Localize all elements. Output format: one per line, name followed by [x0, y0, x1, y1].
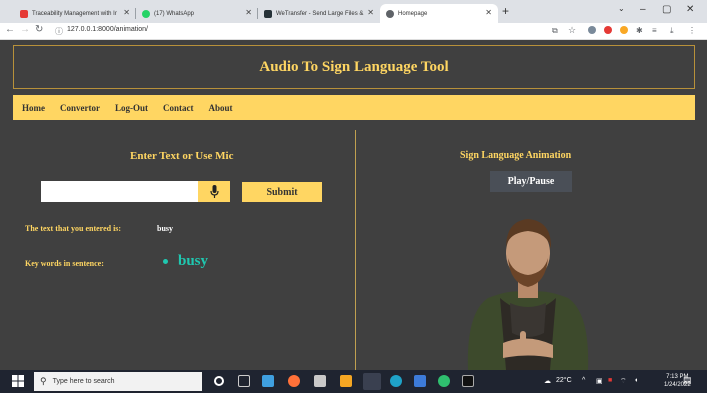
nav-about[interactable]: About	[209, 103, 233, 113]
youtube-icon	[20, 9, 28, 18]
tab-whatsapp[interactable]: (17) WhatsApp ✕	[136, 4, 258, 23]
globe-icon	[386, 9, 394, 18]
nav-log-out[interactable]: Log-Out	[115, 103, 148, 113]
minimize-button[interactable]: –	[640, 4, 646, 15]
input-heading: Enter Text or Use Mic	[130, 150, 234, 162]
puzzle-icon[interactable]: ✱	[636, 26, 643, 35]
windows-taskbar: ⚲ Type here to search ☁ 22°C ^ ▣ ■ ⌔ ◖ 7…	[0, 370, 707, 393]
page-content: Audio To Sign Language Tool Home Convert…	[0, 40, 707, 370]
microphone-icon	[209, 185, 219, 198]
browser-tab-strip: Traceability Management with Ir ✕ (17) W…	[0, 0, 707, 23]
back-arrow-icon[interactable]: ←	[5, 24, 15, 35]
tab-homepage[interactable]: Homepage ✕	[380, 4, 498, 23]
chrome-icon[interactable]	[363, 373, 381, 390]
store-icon[interactable]	[314, 375, 326, 387]
new-tab-button[interactable]: +	[502, 4, 509, 18]
mic-button[interactable]	[198, 181, 230, 202]
app-icon[interactable]	[262, 375, 274, 387]
app-icon[interactable]	[438, 375, 450, 387]
main-nav: Home Convertor Log-Out Contact About	[13, 95, 695, 120]
taskbar-search-input[interactable]: ⚲ Type here to search	[34, 372, 202, 391]
site-header: Audio To Sign Language Tool	[13, 45, 695, 89]
info-icon[interactable]: ⓘ	[55, 26, 63, 37]
search-placeholder: Type here to search	[52, 378, 115, 385]
nav-convertor[interactable]: Convertor	[60, 103, 100, 113]
tab-label: WeTransfer - Send Large Files &	[276, 10, 364, 17]
close-icon[interactable]: ✕	[123, 8, 130, 17]
terminal-icon[interactable]	[462, 375, 474, 387]
nav-contact[interactable]: Contact	[163, 103, 194, 113]
edge-icon[interactable]	[390, 375, 402, 387]
close-icon[interactable]: ✕	[245, 8, 252, 17]
site-title: Audio To Sign Language Tool	[259, 58, 449, 75]
url-field[interactable]: 127.0.0.1:8000/animation/	[67, 26, 148, 33]
chevron-down-icon[interactable]: ⌄	[618, 4, 625, 13]
wifi-icon[interactable]: ⌔	[620, 377, 627, 386]
download-icon[interactable]: ⤓	[670, 26, 674, 36]
weather-text[interactable]: 22°C	[556, 377, 572, 384]
address-bar: ← → ↻ ⓘ 127.0.0.1:8000/animation/ ⧉ ☆ ✱ …	[0, 23, 707, 40]
keywords-label: Key words in sentence:	[25, 259, 104, 268]
menu-icon[interactable]: ⋮	[688, 26, 696, 35]
firefox-icon[interactable]	[288, 375, 300, 387]
app-icon[interactable]	[414, 375, 426, 387]
close-icon[interactable]: ✕	[485, 8, 492, 17]
search-icon: ⚲	[40, 376, 47, 386]
tray-icon[interactable]: ■	[608, 377, 612, 384]
extension-icon[interactable]	[604, 26, 612, 34]
entered-text-label: The text that you entered is:	[25, 224, 122, 233]
animation-heading: Sign Language Animation	[460, 150, 572, 161]
volume-icon[interactable]: ◖	[634, 377, 638, 384]
cortana-icon[interactable]	[214, 376, 224, 386]
forward-arrow-icon[interactable]: →	[20, 24, 30, 35]
reading-list-icon[interactable]: ≡	[652, 26, 657, 35]
play-pause-button[interactable]: Play/Pause	[490, 171, 572, 192]
windows-start-icon[interactable]	[12, 375, 24, 387]
reload-icon[interactable]: ↻	[35, 24, 43, 35]
nav-home[interactable]: Home	[22, 103, 45, 113]
keyword-text: busy	[178, 253, 209, 269]
wetransfer-icon	[264, 9, 272, 18]
keyword-item: busy	[163, 253, 208, 270]
tab-label: Traceability Management with Ir	[32, 10, 117, 17]
notification-icon[interactable]: ▤	[683, 375, 692, 386]
whatsapp-icon	[142, 9, 150, 18]
extension-icon[interactable]	[588, 26, 596, 34]
restore-button[interactable]: ▢	[662, 4, 671, 15]
window-close-button[interactable]: ✕	[686, 4, 694, 15]
cloud-icon: ☁	[544, 378, 551, 385]
keywords-list: busy	[163, 253, 208, 270]
entered-text-value: busy	[157, 224, 174, 233]
column-divider	[355, 130, 356, 370]
sign-language-video	[467, 219, 589, 370]
tab-traceability[interactable]: Traceability Management with Ir ✕	[14, 4, 136, 23]
share-icon[interactable]: ⧉	[552, 26, 558, 36]
submit-button[interactable]: Submit	[242, 182, 322, 202]
tab-label: (17) WhatsApp	[154, 10, 195, 17]
task-view-icon[interactable]	[238, 375, 250, 387]
tab-wetransfer[interactable]: WeTransfer - Send Large Files & ✕	[258, 4, 380, 23]
bullet-icon	[163, 259, 168, 265]
extension-icon[interactable]	[620, 26, 628, 34]
tray-icon[interactable]: ▣	[596, 377, 603, 385]
text-input[interactable]	[41, 181, 198, 202]
search-app-icon[interactable]	[340, 375, 352, 387]
tab-label: Homepage	[398, 10, 428, 17]
star-icon[interactable]: ☆	[568, 25, 576, 36]
close-icon[interactable]: ✕	[367, 8, 374, 17]
chevron-up-icon[interactable]: ^	[582, 377, 585, 384]
